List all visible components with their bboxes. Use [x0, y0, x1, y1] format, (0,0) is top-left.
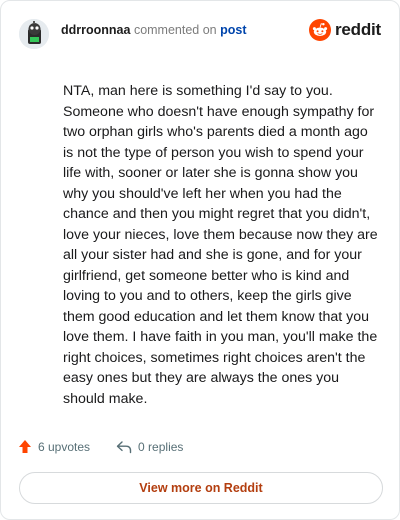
upvote-button[interactable]: 6 upvotes	[18, 439, 90, 454]
upvote-arrow-icon	[19, 440, 31, 453]
upvote-count: 6 upvotes	[38, 439, 91, 454]
avatar[interactable]	[19, 19, 49, 49]
avatar-image	[19, 19, 49, 49]
reply-button[interactable]: 0 replies	[116, 440, 183, 454]
comment-body: NTA, man here is something I'd say to yo…	[63, 83, 378, 407]
comment-actions: 6 upvotes 0 replies	[18, 439, 183, 454]
reddit-logo-icon	[308, 19, 331, 41]
embedded-comment-card: ddrroonnaa commented on post reddit NTA,…	[0, 0, 400, 520]
reddit-brand[interactable]: reddit	[308, 19, 381, 41]
reply-arrow-icon	[116, 440, 132, 453]
comment-header: ddrroonnaa commented on post reddit	[19, 19, 381, 49]
reddit-wordmark: reddit	[334, 20, 381, 39]
action-text: commented on	[133, 23, 217, 37]
username[interactable]: ddrroonnaa	[61, 23, 130, 37]
post-link[interactable]: post	[220, 23, 246, 37]
header-text: ddrroonnaa commented on post	[61, 23, 247, 37]
view-more-button[interactable]: View more on Reddit	[19, 472, 383, 504]
reply-count: 0 replies	[138, 439, 184, 454]
